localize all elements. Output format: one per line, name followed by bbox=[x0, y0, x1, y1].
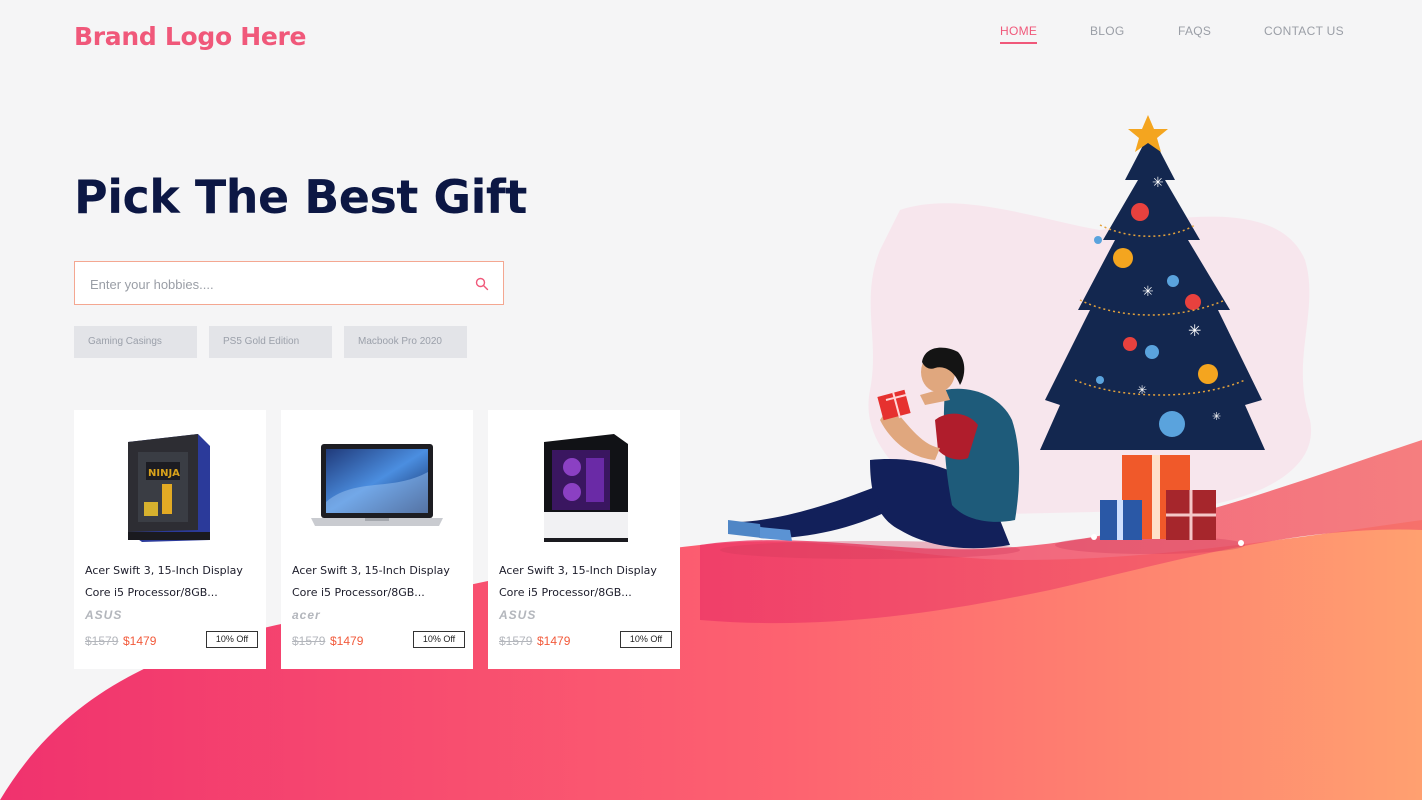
search-input[interactable] bbox=[88, 262, 462, 306]
old-price: $1579 bbox=[85, 634, 119, 648]
discount-badge: 10% Off bbox=[620, 631, 672, 648]
pc-tower-icon bbox=[544, 434, 628, 542]
tag-macbook-pro-2020[interactable]: Macbook Pro 2020 bbox=[344, 326, 467, 358]
nav-blog[interactable]: BLOG bbox=[1090, 24, 1125, 42]
brand-logo[interactable]: Brand Logo Here bbox=[74, 22, 307, 51]
svg-text:✳: ✳ bbox=[1142, 284, 1154, 300]
search-icon[interactable] bbox=[475, 277, 489, 291]
price: $1479 bbox=[330, 634, 364, 648]
price: $1479 bbox=[537, 634, 571, 648]
nav-faqs[interactable]: FAQS bbox=[1178, 24, 1211, 42]
tag-gaming-casings[interactable]: Gaming Casings bbox=[74, 326, 197, 358]
product-card[interactable]: Acer Swift 3, 15-Inch Display Core i5 Pr… bbox=[281, 410, 473, 669]
svg-text:✳: ✳ bbox=[1152, 175, 1164, 191]
hero-title: Pick The Best Gift bbox=[74, 170, 527, 224]
tag-ps5-gold-edition[interactable]: PS5 Gold Edition bbox=[209, 326, 332, 358]
site-header: Brand Logo Here HOME BLOG FAQS CONTACT U… bbox=[0, 0, 1422, 80]
brand-logo-acer: acer bbox=[292, 608, 321, 622]
svg-text:✳: ✳ bbox=[1212, 410, 1221, 423]
old-price: $1579 bbox=[499, 634, 533, 648]
svg-text:✳: ✳ bbox=[1137, 383, 1147, 397]
svg-text:✳: ✳ bbox=[1188, 321, 1201, 340]
christmas-illustration: ✳ ✳ ✳ ✳ ✳ bbox=[720, 115, 1312, 559]
product-card[interactable]: NINJA Acer Swift 3, 15-Inch Display Core… bbox=[74, 410, 266, 669]
product-title[interactable]: Acer Swift 3, 15-Inch Display Core i5 Pr… bbox=[499, 560, 671, 604]
product-title[interactable]: Acer Swift 3, 15-Inch Display Core i5 Pr… bbox=[85, 560, 257, 604]
old-price: $1579 bbox=[292, 634, 326, 648]
laptop-icon bbox=[311, 444, 443, 526]
product-card[interactable]: Acer Swift 3, 15-Inch Display Core i5 Pr… bbox=[488, 410, 680, 669]
product-title[interactable]: Acer Swift 3, 15-Inch Display Core i5 Pr… bbox=[292, 560, 464, 604]
nav-home[interactable]: HOME bbox=[1000, 24, 1038, 44]
nav-contact-us[interactable]: CONTACT US bbox=[1264, 24, 1344, 42]
price: $1479 bbox=[123, 634, 157, 648]
gaming-pc-case-icon: NINJA bbox=[128, 434, 210, 542]
search-bar bbox=[74, 261, 504, 306]
brand-logo-asus: ASUS bbox=[499, 608, 537, 622]
brand-logo-asus: ASUS bbox=[85, 608, 123, 622]
discount-badge: 10% Off bbox=[206, 631, 258, 648]
discount-badge: 10% Off bbox=[413, 631, 465, 648]
svg-text:NINJA: NINJA bbox=[148, 468, 180, 479]
